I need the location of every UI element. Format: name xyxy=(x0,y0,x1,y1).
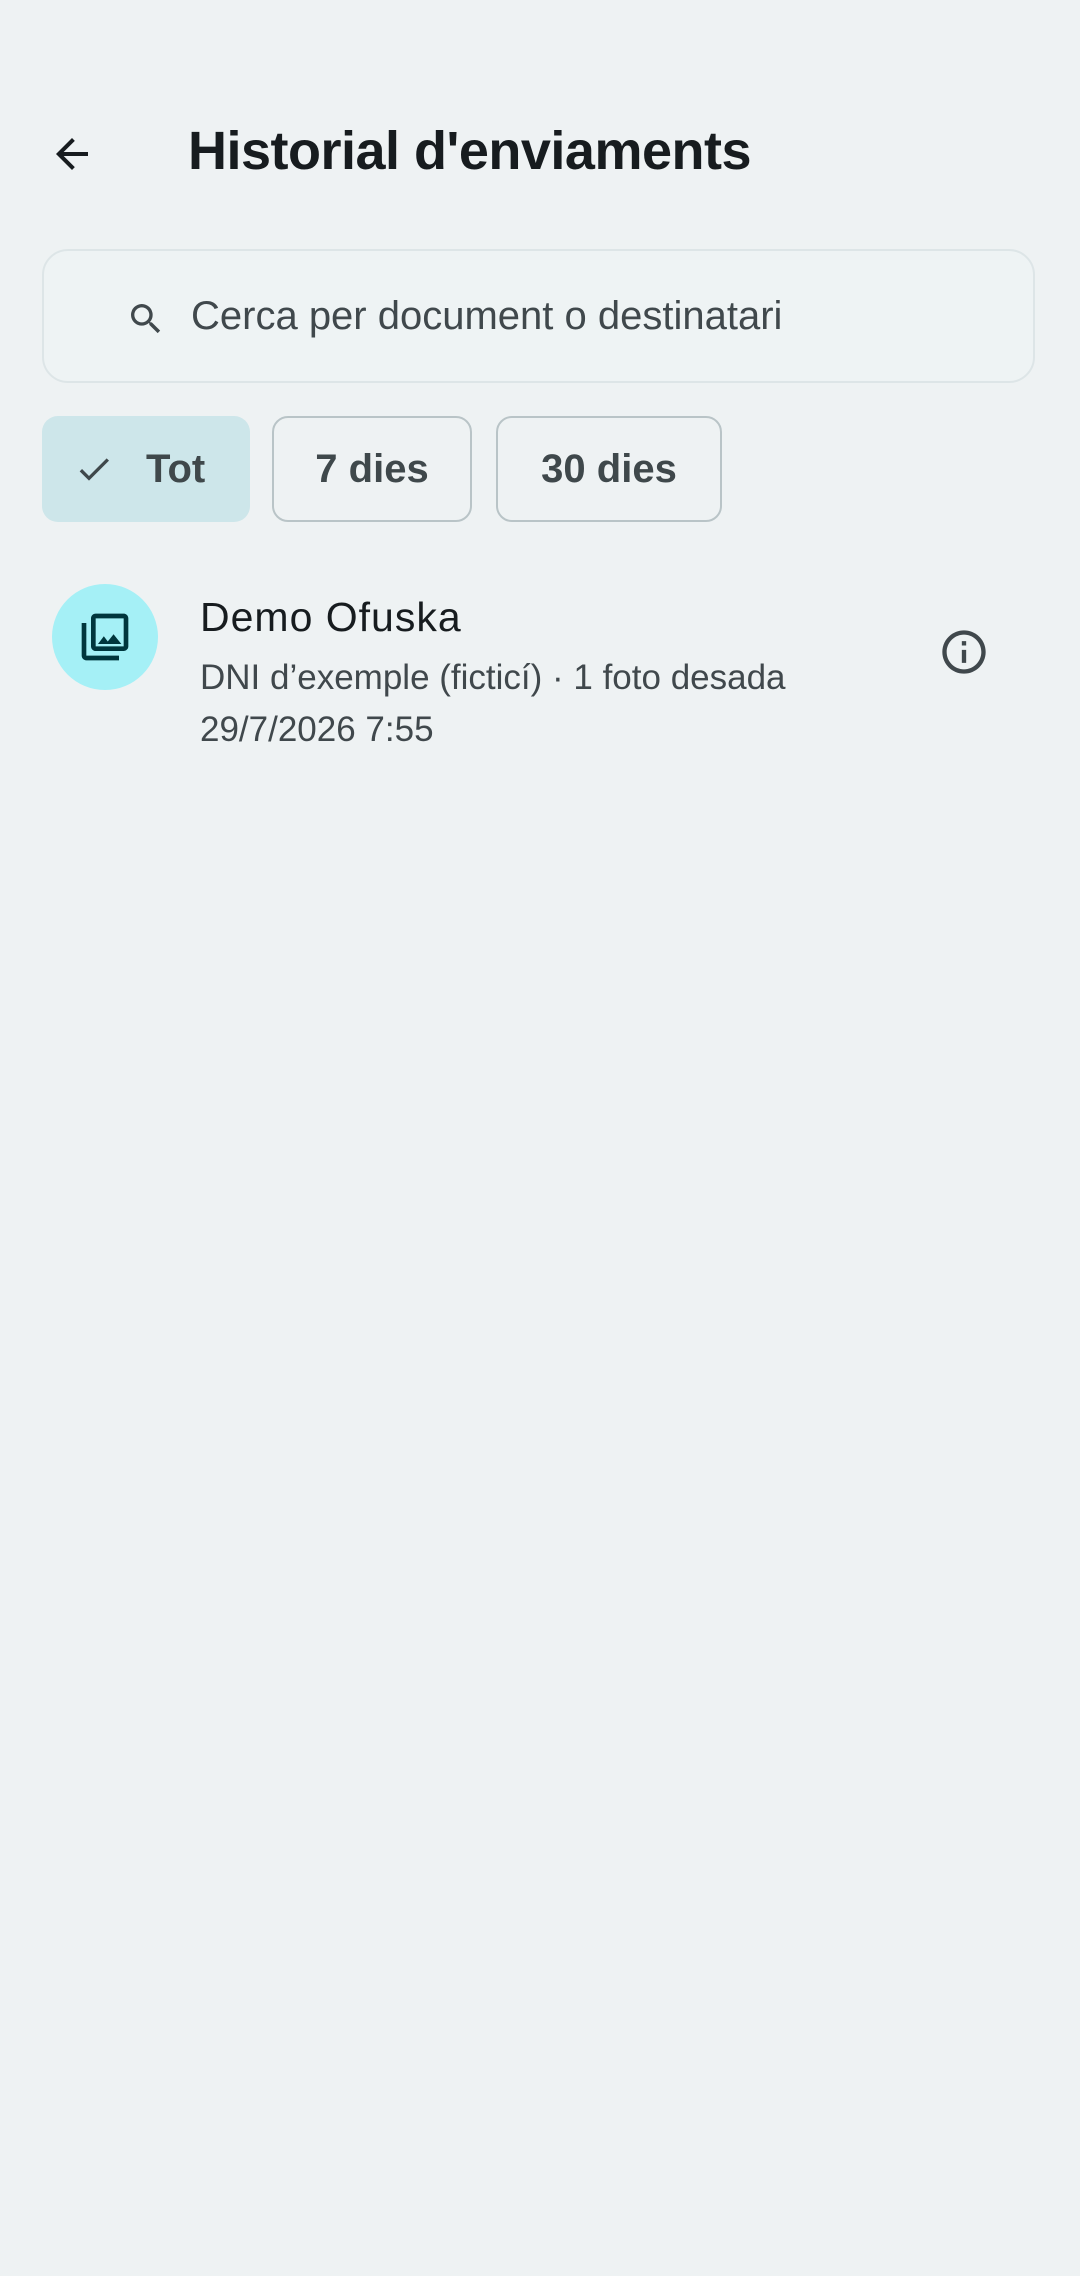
filter-chip-7-days[interactable]: 7 dies xyxy=(272,416,472,522)
search-icon xyxy=(131,304,161,334)
history-item-date: 29/7/2026 7:55 xyxy=(200,710,434,749)
avatar xyxy=(52,584,158,690)
page-title: Historial d'enviaments xyxy=(188,121,752,181)
history-item-title: Demo Ofuska xyxy=(200,594,462,640)
filter-chip-label: Tot xyxy=(146,446,206,491)
photo-library-icon xyxy=(81,613,129,661)
check-icon xyxy=(79,458,109,481)
info-button[interactable] xyxy=(934,622,994,682)
filter-chip-label: 7 dies xyxy=(315,446,429,491)
back-button[interactable] xyxy=(40,122,104,186)
app-bar: Historial d'enviaments xyxy=(0,90,1080,214)
arrow-back-icon xyxy=(56,138,88,170)
history-list-item[interactable]: Demo Ofuska DNI d’exemple (ficticí) · 1 … xyxy=(0,570,1080,770)
search-bar[interactable] xyxy=(42,249,1035,383)
filter-chip-all[interactable]: Tot xyxy=(42,416,250,522)
info-icon xyxy=(942,630,986,674)
filter-chip-30-days[interactable]: 30 dies xyxy=(496,416,722,522)
filter-chip-label: 30 dies xyxy=(541,446,677,491)
history-item-subtitle: DNI d’exemple (ficticí) · 1 foto desada xyxy=(200,658,786,697)
search-input[interactable] xyxy=(179,271,1023,361)
